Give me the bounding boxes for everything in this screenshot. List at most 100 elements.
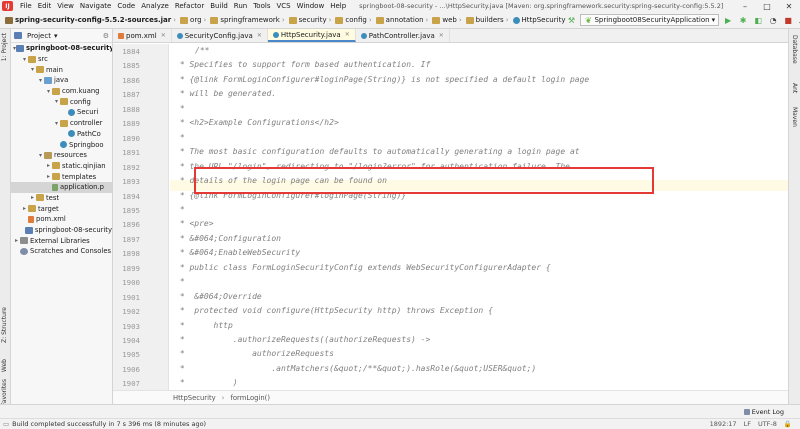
tree-item[interactable]: ▸ static.qinjian — [11, 161, 112, 172]
folder-icon — [52, 87, 60, 95]
tree-item[interactable]: ▾ springboot-08-security — [11, 43, 112, 54]
build-hammer-icon[interactable]: ⚒ — [565, 14, 577, 26]
file-encoding[interactable]: UTF-8 — [758, 420, 777, 428]
library-icon — [20, 237, 28, 245]
menu-help[interactable]: Help — [327, 2, 349, 10]
close-tab-icon[interactable]: ✕ — [439, 32, 444, 39]
chevron-down-icon[interactable]: ▾ — [53, 120, 60, 127]
profile-icon[interactable]: ◔ — [767, 14, 779, 26]
breadcrumb-separator: › — [458, 16, 462, 24]
web-tool-tab[interactable]: Web — [1, 359, 8, 372]
nav-crumb[interactable]: spring-security-config-5.5.2-sources.jar — [3, 16, 171, 24]
menu-navigate[interactable]: Navigate — [77, 2, 114, 10]
close-tab-icon[interactable]: ✕ — [257, 32, 262, 39]
line-number: 1888 — [122, 104, 140, 114]
menu-analyze[interactable]: Analyze — [138, 2, 172, 10]
chevron-down-icon[interactable]: ▾ — [45, 88, 52, 95]
tree-item[interactable]: Scratches and Consoles — [11, 246, 112, 257]
nav-crumb[interactable]: builders — [464, 16, 504, 24]
tree-item[interactable]: ▾ config — [11, 96, 112, 107]
chevron-down-icon[interactable]: ▾ — [29, 66, 36, 73]
project-tool-tab[interactable]: 1: Project — [1, 33, 8, 61]
code-line: * will be generated. — [175, 89, 277, 99]
line-number: 1904 — [122, 336, 140, 345]
menu-refactor[interactable]: Refactor — [172, 2, 207, 10]
tree-item[interactable]: PathCo — [11, 129, 112, 140]
tree-item[interactable]: ▸ target — [11, 203, 112, 214]
chevron-down-icon[interactable]: ▾ — [53, 98, 60, 105]
menu-edit[interactable]: Edit — [35, 2, 55, 10]
chevron-right-icon[interactable]: ▸ — [45, 162, 52, 169]
tree-item[interactable]: ▾ controller — [11, 118, 112, 129]
chevron-right-icon[interactable]: ▸ — [21, 205, 28, 212]
nav-crumb[interactable]: annotation — [374, 16, 424, 24]
stop-icon[interactable]: ■ — [782, 14, 794, 26]
maven-tool-tab[interactable]: Maven — [791, 107, 798, 127]
menu-window[interactable]: Window — [294, 2, 328, 10]
menu-run[interactable]: Run — [231, 2, 250, 10]
code-line: * The most basic configuration defaults … — [175, 147, 580, 157]
menu-view[interactable]: View — [54, 2, 77, 10]
close-tab-icon[interactable]: ✕ — [161, 32, 166, 39]
nav-crumb[interactable]: security — [287, 16, 327, 24]
panel-gear-icon[interactable]: ⚙ — [103, 32, 112, 40]
tree-item[interactable]: ▾ main — [11, 64, 112, 75]
menu-vcs[interactable]: VCS — [273, 2, 293, 10]
tree-item[interactable]: pom.xml — [11, 214, 112, 225]
maximize-icon[interactable]: □ — [756, 0, 778, 12]
event-log-button[interactable]: Event Log — [743, 408, 800, 416]
tree-item[interactable]: ▸ templates — [11, 171, 112, 182]
nav-crumb[interactable]: HttpSecurity — [511, 16, 565, 24]
line-number-gutter: 1884 1885 1886 1887 1888 1889 1890 1891 1892 1893… — [113, 44, 169, 390]
close-tab-icon[interactable]: ✕ — [345, 31, 350, 38]
run-icon[interactable]: ▶ — [722, 14, 734, 26]
project-view-select[interactable]: Project — [27, 32, 51, 40]
tree-item[interactable]: ▸ test — [11, 193, 112, 204]
lock-icon[interactable]: 🔒 — [784, 420, 792, 428]
database-tool-tab[interactable]: Database — [791, 35, 798, 64]
tree-item[interactable]: Securi — [11, 107, 112, 118]
minimize-icon[interactable]: – — [734, 0, 756, 12]
tree-item[interactable]: Springboo — [11, 139, 112, 150]
breadcrumb-method[interactable]: formLogin() — [230, 394, 270, 402]
chevron-down-icon[interactable]: ▾ — [37, 77, 44, 84]
tree-item[interactable]: ▾ resources — [11, 150, 112, 161]
nav-crumb[interactable]: springframework — [208, 16, 280, 24]
breadcrumb-class[interactable]: HttpSecurity — [173, 394, 216, 402]
menu-file[interactable]: File — [17, 2, 35, 10]
tree-item[interactable]: application.p — [11, 181, 112, 193]
line-separator[interactable]: LF — [744, 420, 751, 428]
caret-position[interactable]: 1892:17 — [710, 420, 737, 428]
nav-crumb[interactable]: org — [178, 16, 202, 24]
chevron-down-icon[interactable]: ▾ — [54, 32, 58, 40]
nav-crumb[interactable]: config — [333, 16, 367, 24]
tree-item[interactable]: ▾ src — [11, 54, 112, 65]
folder-icon — [52, 173, 60, 181]
chevron-down-icon[interactable]: ▾ — [37, 152, 44, 159]
editor-tab[interactable]: PathController.java ✕ — [356, 29, 450, 42]
tree-item[interactable]: ▾ com.kuang — [11, 86, 112, 97]
chevron-right-icon[interactable]: ▸ — [13, 237, 20, 244]
code-area[interactable]: 1884 1885 1886 1887 1888 1889 1890 1891 1892 1893… — [113, 44, 788, 390]
status-message[interactable]: Build completed successfully in 7 s 396 … — [12, 420, 206, 428]
tree-item[interactable]: ▸ External Libraries — [11, 235, 112, 246]
chevron-right-icon[interactable]: ▸ — [29, 194, 36, 201]
editor-tab[interactable]: HttpSecurity.java ✕ — [267, 29, 356, 42]
debug-icon[interactable]: ✱ — [737, 14, 749, 26]
editor-tab[interactable]: pom.xml ✕ — [113, 29, 172, 42]
tree-item[interactable]: springboot-08-security — [11, 225, 112, 236]
menu-build[interactable]: Build — [207, 2, 231, 10]
code-line: * — [175, 277, 185, 287]
editor-tab[interactable]: SecurityConfig.java ✕ — [172, 29, 268, 42]
ant-tool-tab[interactable]: Ant — [791, 83, 798, 93]
chevron-down-icon[interactable]: ▾ — [21, 56, 28, 63]
menu-tools[interactable]: Tools — [250, 2, 273, 10]
chevron-right-icon[interactable]: ▸ — [45, 173, 52, 180]
coverage-icon[interactable]: ◧ — [752, 14, 764, 26]
tree-item[interactable]: ▾ java — [11, 75, 112, 86]
run-configuration-select[interactable]: ❦ Springboot08SecurityApplication ▾ — [580, 14, 720, 26]
close-icon[interactable]: ✕ — [778, 0, 800, 12]
structure-tool-tab[interactable]: Z: Structure — [1, 307, 8, 343]
nav-crumb[interactable]: web — [430, 16, 457, 24]
menu-code[interactable]: Code — [114, 2, 138, 10]
